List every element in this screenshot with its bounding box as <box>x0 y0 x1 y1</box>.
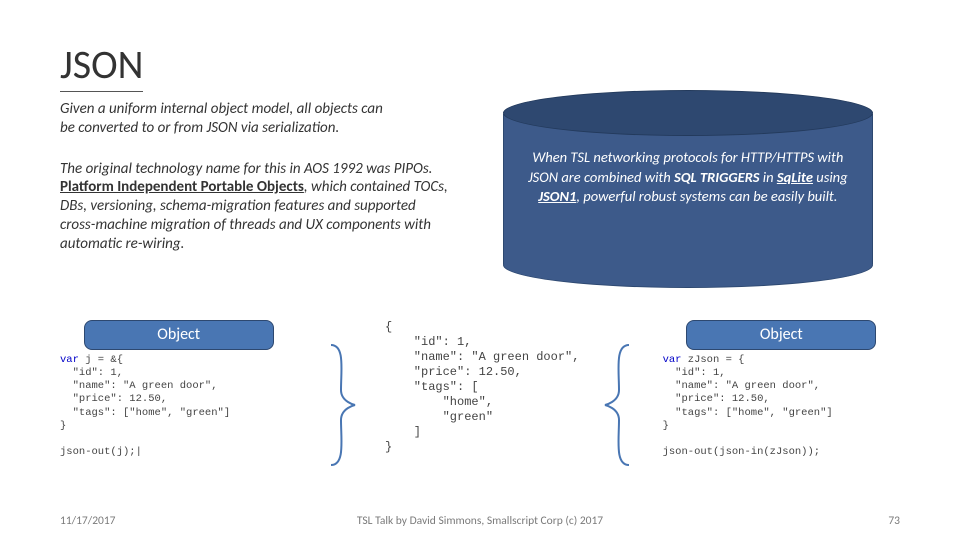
brace-left-2 <box>585 320 653 490</box>
right-object-block: Object var zJson = { "id": 1, "name": "A… <box>663 320 900 490</box>
cylinder-wrap: When TSL networking protocols for HTTP/H… <box>476 98 900 284</box>
history-paragraph: The original technology name for this in… <box>60 160 452 254</box>
middle-row: Object var j = &{ "id": 1, "name": "A gr… <box>60 320 900 490</box>
code-left: var j = &{ "id": 1, "name": "A green doo… <box>60 354 297 459</box>
left-object-block: Object var j = &{ "id": 1, "name": "A gr… <box>60 320 297 490</box>
history-pre: The original technology name for this in… <box>60 160 432 178</box>
intro-line-1: Given a uniform internal object model, a… <box>60 100 383 118</box>
slide: JSON Given a uniform internal object mod… <box>0 0 960 540</box>
cyl-suffix: , powerful robust systems can be easily … <box>576 187 837 205</box>
cyl-sqlite: SqLite <box>777 168 813 186</box>
intro-line-2: be converted to or from JSON via seriali… <box>60 119 335 137</box>
footer-center: TSL Talk by David Simmons, Smallscript C… <box>60 514 900 528</box>
curly-brace-icon <box>321 340 361 470</box>
cylinder-shape: When TSL networking protocols for HTTP/H… <box>503 94 873 284</box>
cylinder-text: When TSL networking protocols for HTTP/H… <box>503 148 873 207</box>
left-text-block: Given a uniform internal object model, a… <box>60 98 452 253</box>
middle-json-block: { "id": 1, "name": "A green door", "pric… <box>385 320 575 490</box>
cylinder-top <box>503 90 873 136</box>
history-underlined: Platform Independent Portable Objects <box>60 178 304 196</box>
object-bubble-right: Object <box>686 320 876 350</box>
slide-title: JSON <box>60 40 143 92</box>
slide-footer: 11/17/2017 TSL Talk by David Simmons, Sm… <box>60 514 900 528</box>
object-bubble-left: Object <box>84 320 274 350</box>
brace-right-1 <box>307 320 375 490</box>
top-row: Given a uniform internal object model, a… <box>60 98 900 284</box>
intro-paragraph: Given a uniform internal object model, a… <box>60 100 452 138</box>
cyl-using: using <box>813 168 848 186</box>
code-right: var zJson = { "id": 1, "name": "A green … <box>663 354 900 459</box>
cyl-in: in <box>760 168 777 186</box>
code-middle: { "id": 1, "name": "A green door", "pric… <box>385 320 575 455</box>
curly-brace-icon <box>599 340 639 470</box>
cyl-json1: JSON1 <box>538 187 576 205</box>
cyl-sql: SQL TRIGGERS <box>674 168 760 186</box>
